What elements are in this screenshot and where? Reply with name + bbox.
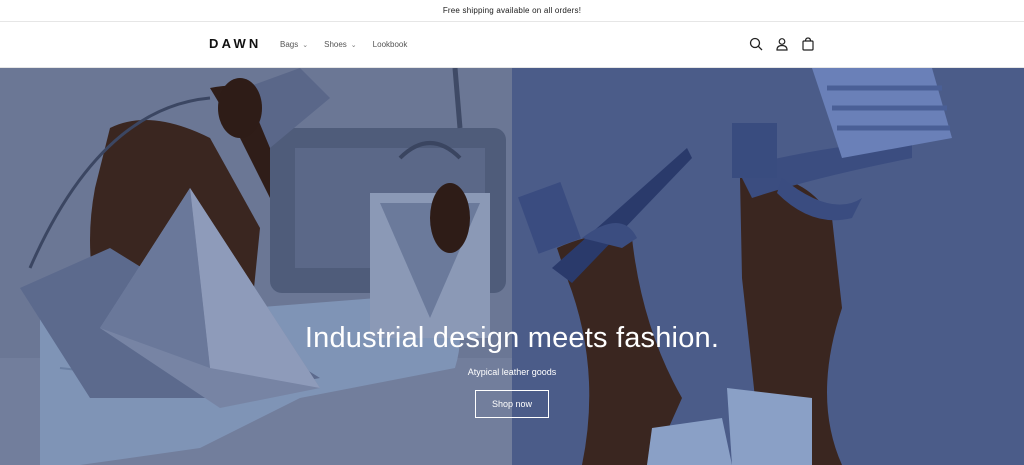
account-icon[interactable]	[774, 36, 790, 52]
chevron-down-icon: ⌄	[302, 41, 309, 49]
site-header: DAWN Bags ⌄ Shoes ⌄ Lookbook	[0, 22, 1024, 68]
hero-title: Industrial design meets fashion.	[304, 322, 720, 354]
nav-item-shoes[interactable]: Shoes ⌄	[324, 40, 357, 49]
search-icon[interactable]	[748, 36, 764, 52]
site-logo[interactable]: DAWN	[209, 36, 262, 51]
nav-item-bags[interactable]: Bags ⌄	[280, 40, 308, 49]
announcement-bar: Free shipping available on all orders!	[0, 0, 1024, 22]
nav-item-label: Shoes	[324, 40, 347, 49]
hero-subtitle: Atypical leather goods	[467, 367, 557, 377]
announcement-text: Free shipping available on all orders!	[442, 6, 582, 15]
cart-icon[interactable]	[800, 36, 816, 52]
hero-content: Industrial design meets fashion. Atypica…	[0, 322, 1024, 418]
nav-item-lookbook[interactable]: Lookbook	[373, 40, 408, 49]
shop-now-button[interactable]: Shop now	[474, 390, 550, 418]
nav-item-label: Bags	[280, 40, 299, 49]
main-nav: Bags ⌄ Shoes ⌄ Lookbook	[280, 40, 407, 49]
header-icons	[748, 36, 816, 52]
hero-banner: Industrial design meets fashion. Atypica…	[0, 68, 1024, 465]
nav-item-label: Lookbook	[372, 40, 408, 49]
chevron-down-icon: ⌄	[350, 41, 357, 49]
